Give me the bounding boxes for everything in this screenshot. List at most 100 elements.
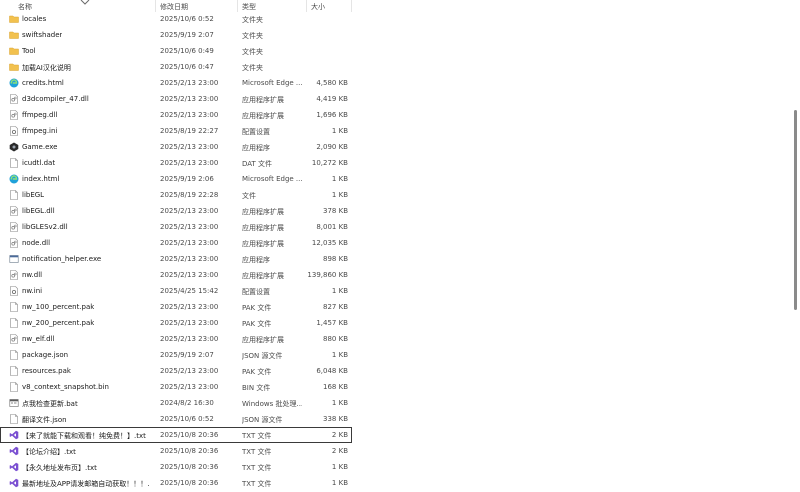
- file-date: 2025/10/6 0:47: [160, 63, 214, 71]
- file-row[interactable]: v8_context_snapshot.bin 2025/2/13 23:00 BI…: [0, 379, 352, 395]
- vs-icon: [9, 462, 19, 472]
- file-type: TXT 文件: [242, 480, 272, 488]
- file-row[interactable]: Game.exe 2025/2/13 23:00 应用程序 2,090 KB: [0, 139, 352, 155]
- file-row[interactable]: locales 2025/10/6 0:52 文件夹: [0, 11, 352, 27]
- file-row[interactable]: notification_helper.exe 2025/2/13 23:00 应用…: [0, 251, 352, 267]
- file-row[interactable]: nw.ini 2025/4/25 15:42 配置设置 1 KB: [0, 283, 352, 299]
- ini-icon: [9, 286, 19, 296]
- file-row[interactable]: libEGL.dll 2025/2/13 23:00 应用程序扩展 378 KB: [0, 203, 352, 219]
- file-size: 2 KB: [331, 431, 348, 439]
- file-name: Game.exe: [22, 143, 58, 151]
- file-explorer: 名称 修改日期 类型 大小 locales 2025/10/6 0:52 文件夹 sw…: [0, 0, 800, 492]
- file-name: nw_200_percent.pak: [22, 319, 95, 327]
- dll-icon: [9, 238, 19, 248]
- file-name: ffmpeg.ini: [22, 127, 58, 135]
- file-name: ffmpeg.dll: [22, 111, 58, 119]
- file-name: d3dcompiler_47.dll: [22, 95, 89, 103]
- file-name: 【论坛介绍】.txt: [22, 448, 76, 456]
- file-size: 338 KB: [323, 415, 348, 423]
- file-type: 文件夹: [242, 16, 263, 24]
- file-date: 2025/2/13 23:00: [160, 255, 219, 263]
- file-date: 2025/2/13 23:00: [160, 271, 219, 279]
- dll-icon: [9, 270, 19, 280]
- file-size: 378 KB: [323, 207, 348, 215]
- file-row[interactable]: 【论坛介绍】.txt 2025/10/8 20:36 TXT 文件 2 KB: [0, 443, 352, 459]
- file-size: 1,457 KB: [316, 319, 348, 327]
- file-row[interactable]: nw_200_percent.pak 2025/2/13 23:00 PAK 文件 1…: [0, 315, 352, 331]
- file-type: JSON 源文件: [242, 352, 283, 360]
- file-date: 2025/2/13 23:00: [160, 303, 219, 311]
- file-type: Microsoft Edge ...: [242, 175, 302, 183]
- vertical-scrollbar[interactable]: [794, 0, 798, 492]
- file-row[interactable]: 点我检查更新.bat 2024/8/2 16:30 Windows 批处理... 1 …: [0, 395, 352, 411]
- file-type: 配置设置: [242, 288, 270, 296]
- file-size: 1 KB: [331, 351, 348, 359]
- file-row[interactable]: ffmpeg.dll 2025/2/13 23:00 应用程序扩展 1,696 KB: [0, 107, 352, 123]
- file-type: DAT 文件: [242, 160, 273, 168]
- file-size: 1 KB: [331, 399, 348, 407]
- file-row[interactable]: d3dcompiler_47.dll 2025/2/13 23:00 应用程序扩展 4…: [0, 91, 352, 107]
- file-type: Microsoft Edge ...: [242, 79, 302, 87]
- file-type: PAK 文件: [242, 304, 272, 312]
- file-type: 应用程序扩展: [242, 336, 284, 344]
- file-date: 2025/2/13 23:00: [160, 367, 219, 375]
- file-type: PAK 文件: [242, 368, 272, 376]
- file-date: 2025/9/19 2:07: [160, 351, 214, 359]
- file-row[interactable]: nw_elf.dll 2025/2/13 23:00 应用程序扩展 880 KB: [0, 331, 352, 347]
- file-date: 2025/8/19 22:27: [160, 127, 219, 135]
- file-row[interactable]: nw_100_percent.pak 2025/2/13 23:00 PAK 文件 8…: [0, 299, 352, 315]
- file-name: package.json: [22, 351, 69, 359]
- file-icon: [9, 414, 19, 424]
- file-type: BIN 文件: [242, 384, 271, 392]
- file-row[interactable]: 最新地址及APP请发邮箱自动获取！！！... 2025/10/8 20:36 TXT…: [0, 475, 352, 491]
- file-date: 2025/2/13 23:00: [160, 335, 219, 343]
- file-row[interactable]: 加载AI汉化说明 2025/10/6 0:47 文件夹: [0, 59, 352, 75]
- file-row[interactable]: Tool 2025/10/6 0:49 文件夹: [0, 43, 352, 59]
- file-row[interactable]: libEGL 2025/8/19 22:28 文件 1 KB: [0, 187, 352, 203]
- file-row[interactable]: 翻译文件.json 2025/10/6 0:52 JSON 源文件 338 KB: [0, 411, 352, 427]
- file-icon: [9, 366, 19, 376]
- file-type: 文件夹: [242, 64, 263, 72]
- file-name: 【永久地址发布页】.txt: [22, 464, 97, 472]
- file-row[interactable]: credits.html 2025/2/13 23:00 Microsoft Edg…: [0, 75, 352, 91]
- file-type: TXT 文件: [242, 432, 272, 440]
- file-type: Windows 批处理...: [242, 400, 302, 408]
- bat-icon: [9, 398, 19, 408]
- file-row[interactable]: index.html 2025/9/19 2:06 Microsoft Edge .…: [0, 171, 352, 187]
- file-row[interactable]: ffmpeg.ini 2025/8/19 22:27 配置设置 1 KB: [0, 123, 352, 139]
- file-name: nw_100_percent.pak: [22, 303, 95, 311]
- file-row[interactable]: nw.dll 2025/2/13 23:00 应用程序扩展 139,860 KB: [0, 267, 352, 283]
- file-name: index.html: [22, 175, 60, 183]
- file-row[interactable]: 【来了就能下载和观看！纯免费！】.txt 2025/10/8 20:36 TXT 文…: [0, 427, 352, 443]
- file-row[interactable]: swiftshader 2025/9/19 2:07 文件夹: [0, 27, 352, 43]
- file-row[interactable]: package.json 2025/9/19 2:07 JSON 源文件 1 KB: [0, 347, 352, 363]
- file-row[interactable]: node.dll 2025/2/13 23:00 应用程序扩展 12,035 KB: [0, 235, 352, 251]
- file-row[interactable]: icudtl.dat 2025/2/13 23:00 DAT 文件 10,272 KB: [0, 155, 352, 171]
- file-size: 1 KB: [331, 127, 348, 135]
- file-size: 4,419 KB: [316, 95, 348, 103]
- file-row[interactable]: 【永久地址发布页】.txt 2025/10/8 20:36 TXT 文件 1 KB: [0, 459, 352, 475]
- file-date: 2025/10/6 0:52: [160, 415, 214, 423]
- ini-icon: [9, 126, 19, 136]
- file-date: 2025/10/6 0:52: [160, 15, 214, 23]
- dll-icon: [9, 94, 19, 104]
- file-type: JSON 源文件: [242, 416, 283, 424]
- file-size: 1 KB: [331, 175, 348, 183]
- dll-icon: [9, 334, 19, 344]
- file-row[interactable]: resources.pak 2025/2/13 23:00 PAK 文件 6,048 …: [0, 363, 352, 379]
- file-row[interactable]: libGLESv2.dll 2025/2/13 23:00 应用程序扩展 8,001 …: [0, 219, 352, 235]
- edge-icon: [9, 78, 19, 88]
- scrollbar-thumb[interactable]: [794, 110, 797, 310]
- file-date: 2025/2/13 23:00: [160, 239, 219, 247]
- file-date: 2025/9/19 2:07: [160, 31, 214, 39]
- file-size: 1 KB: [331, 479, 348, 487]
- file-size: 880 KB: [323, 335, 348, 343]
- file-name: notification_helper.exe: [22, 255, 102, 263]
- file-date: 2025/2/13 23:00: [160, 95, 219, 103]
- file-icon: [9, 318, 19, 328]
- sort-caret-icon[interactable]: [80, 0, 90, 5]
- file-icon: [9, 158, 19, 168]
- file-name: nw.dll: [22, 271, 43, 279]
- file-date: 2025/4/25 15:42: [160, 287, 219, 295]
- file-size: 898 KB: [323, 255, 348, 263]
